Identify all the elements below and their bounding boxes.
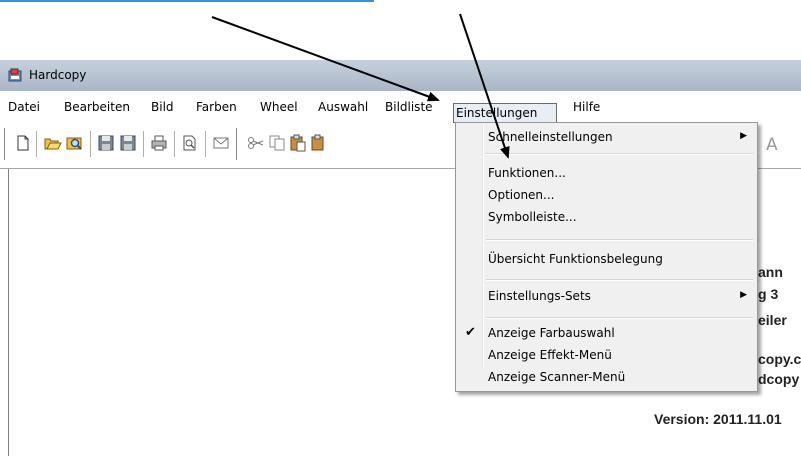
dropdown-separator bbox=[486, 317, 753, 319]
dropdown-item-label: Übersicht Funktionsbelegung bbox=[488, 252, 663, 266]
text-tool-icon[interactable]: A bbox=[766, 135, 778, 155]
menu-auswahl[interactable]: Auswahl bbox=[318, 100, 368, 114]
toolbar-separator bbox=[36, 131, 37, 157]
einstellungen-dropdown: Schnelleinstellungen ▶ Funktionen... Opt… bbox=[455, 122, 758, 392]
info-line-2: g 3 bbox=[758, 286, 779, 302]
print-icon[interactable] bbox=[150, 134, 168, 152]
submenu-arrow-icon: ▶ bbox=[740, 290, 747, 300]
mail-icon[interactable] bbox=[212, 134, 230, 152]
window-title: Hardcopy bbox=[29, 68, 87, 82]
dropdown-item-anzeige-scanner-menue[interactable]: Anzeige Scanner-Menü bbox=[458, 367, 755, 389]
top-accent-line bbox=[0, 0, 374, 2]
dropdown-item-einstellungs-sets[interactable]: Einstellungs-Sets ▶ bbox=[458, 286, 755, 308]
toolbar-grip[interactable] bbox=[236, 128, 240, 160]
menu-hilfe[interactable]: Hilfe bbox=[573, 100, 600, 114]
checkmark-icon: ✔ bbox=[465, 325, 476, 340]
browse-icon[interactable] bbox=[66, 134, 84, 152]
title-bar[interactable]: Hardcopy bbox=[0, 60, 801, 91]
dropdown-item-funktionen[interactable]: Funktionen... bbox=[458, 163, 755, 185]
dropdown-item-anzeige-effekt-menue[interactable]: Anzeige Effekt-Menü bbox=[458, 345, 755, 367]
version-label: Version: 2011.11.01 bbox=[654, 411, 782, 427]
dropdown-item-label: Anzeige Farbauswahl bbox=[488, 326, 615, 340]
save-icon[interactable] bbox=[97, 134, 115, 152]
dropdown-item-symbolleiste[interactable]: Symbolleiste... bbox=[458, 207, 755, 229]
dropdown-separator bbox=[486, 153, 753, 155]
menu-farben[interactable]: Farben bbox=[196, 100, 237, 114]
info-line-3: eiler bbox=[758, 312, 787, 328]
dropdown-item-label: Anzeige Effekt-Menü bbox=[488, 348, 612, 362]
paste-special-icon[interactable] bbox=[310, 134, 328, 152]
dropdown-item-label: Schnelleinstellungen bbox=[488, 130, 613, 144]
menu-einstellungen-highlight[interactable]: Einstellungen bbox=[453, 103, 557, 123]
dropdown-item-label: Symbolleiste... bbox=[488, 210, 577, 224]
submenu-arrow-icon: ▶ bbox=[740, 131, 747, 141]
toolbar-separator bbox=[143, 131, 144, 157]
dropdown-separator bbox=[486, 279, 753, 281]
cut-icon[interactable] bbox=[247, 134, 265, 152]
toolbar-separator bbox=[205, 131, 206, 157]
menu-wheel[interactable]: Wheel bbox=[260, 100, 298, 114]
dropdown-item-label: Optionen... bbox=[488, 188, 555, 202]
print-preview-icon[interactable] bbox=[181, 134, 199, 152]
paste-icon[interactable] bbox=[289, 134, 307, 152]
menu-bild[interactable]: Bild bbox=[151, 100, 174, 114]
menu-einstellungen[interactable]: Einstellungen bbox=[456, 106, 537, 120]
info-line-4: copy.c bbox=[758, 351, 801, 367]
dropdown-item-uebersicht-funktionsbelegung[interactable]: Übersicht Funktionsbelegung bbox=[458, 249, 755, 271]
dropdown-item-label: Anzeige Scanner-Menü bbox=[488, 370, 626, 384]
menu-datei[interactable]: Datei bbox=[8, 100, 40, 114]
toolbar-grip[interactable] bbox=[4, 128, 8, 160]
dropdown-item-label: Funktionen... bbox=[488, 166, 566, 180]
info-line-5: dcopy bbox=[758, 371, 800, 387]
menu-bildliste[interactable]: Bildliste bbox=[385, 100, 433, 114]
open-icon[interactable] bbox=[44, 134, 62, 152]
menu-bearbeiten[interactable]: Bearbeiten bbox=[64, 100, 130, 114]
toolbar-separator bbox=[90, 131, 91, 157]
info-line-1: ann bbox=[758, 264, 783, 280]
app-icon bbox=[8, 68, 22, 82]
dropdown-item-schnelleinstellungen[interactable]: Schnelleinstellungen ▶ bbox=[458, 127, 755, 149]
save-as-icon[interactable] bbox=[119, 134, 137, 152]
dropdown-item-label: Einstellungs-Sets bbox=[488, 289, 591, 303]
new-icon[interactable] bbox=[14, 134, 32, 152]
copy-icon[interactable] bbox=[268, 134, 286, 152]
dropdown-item-anzeige-farbauswahl[interactable]: ✔ Anzeige Farbauswahl bbox=[458, 323, 755, 345]
dropdown-item-optionen[interactable]: Optionen... bbox=[458, 185, 755, 207]
toolbar-separator bbox=[174, 131, 175, 157]
dropdown-separator bbox=[486, 239, 753, 241]
menu-bar: Datei Bearbeiten Bild Farben Wheel Auswa… bbox=[0, 91, 801, 124]
